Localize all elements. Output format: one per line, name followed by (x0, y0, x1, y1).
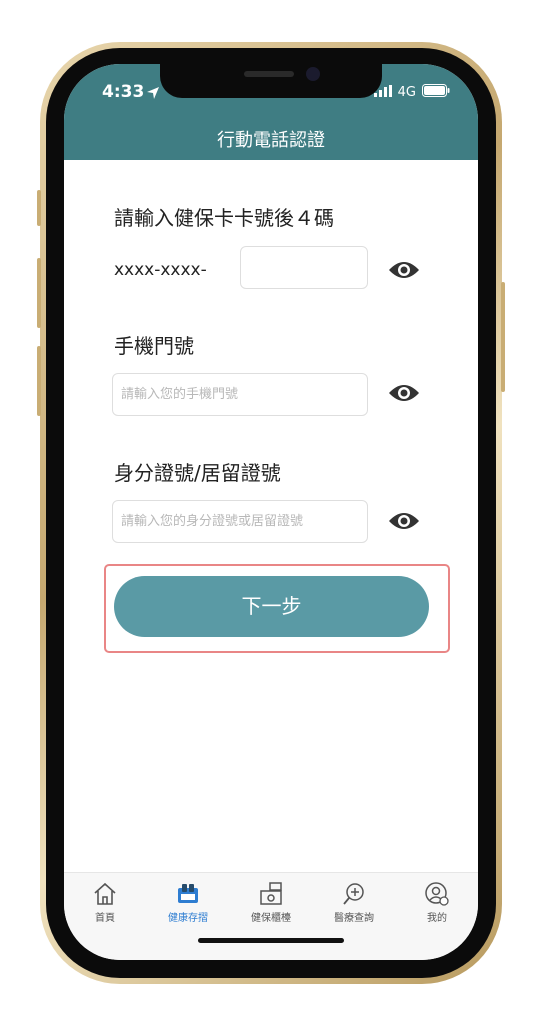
eye-icon[interactable] (387, 259, 421, 281)
status-right: 4G (373, 84, 450, 101)
phone-input[interactable]: 請輸入您的手機門號 (112, 373, 368, 416)
status-time: 4:33 (102, 82, 145, 102)
volume-up-button (37, 258, 41, 328)
tab-bar: 首頁 健康存摺 健保櫃檯 醫療查詢 我的 (64, 872, 478, 960)
counter-icon (258, 881, 284, 907)
id-input[interactable]: 請輸入您的身分證號或居留證號 (112, 500, 368, 543)
tab-label: 首頁 (95, 913, 115, 924)
network-type: 4G (397, 85, 416, 100)
tab-label: 醫療查詢 (334, 913, 374, 924)
card-last4-input[interactable] (240, 246, 368, 289)
tab-label: 健康存摺 (168, 913, 208, 924)
eye-icon[interactable] (387, 382, 421, 404)
card-number-prefix: xxxx-xxxx- (114, 260, 207, 280)
app-header: 4:33 4G 行動電話認證 (64, 64, 478, 160)
volume-down-button (37, 346, 41, 416)
eye-icon[interactable] (387, 510, 421, 532)
battery-icon (422, 84, 450, 101)
location-arrow-icon (146, 85, 160, 104)
speaker-grille (244, 71, 294, 77)
tab-label: 我的 (427, 913, 447, 924)
tab-counter[interactable]: 健保櫃檯 (230, 881, 312, 924)
id-label: 身分證號/居留證號 (114, 461, 281, 485)
home-indicator[interactable] (198, 938, 344, 943)
card-number-label: 請輸入健保卡卡號後４碼 (114, 206, 334, 230)
tab-medical-search[interactable]: 醫療查詢 (313, 881, 395, 924)
tab-health-passbook[interactable]: 健康存摺 (147, 881, 229, 924)
phone-notch (160, 64, 382, 98)
mute-switch (37, 190, 41, 226)
page-title: 行動電話認證 (217, 130, 325, 151)
tab-profile[interactable]: 我的 (396, 881, 478, 924)
app-screen: 4:33 4G 行動電話認證 請輸入健保卡卡號後４碼 xxxx-xxxx- 手機… (64, 64, 478, 960)
medical-search-icon (341, 881, 367, 907)
home-icon (92, 881, 118, 907)
next-button[interactable]: 下一步 (114, 576, 429, 637)
tab-home[interactable]: 首頁 (64, 881, 146, 924)
tab-label: 健保櫃檯 (251, 913, 291, 924)
health-passbook-icon (175, 881, 201, 907)
profile-icon (424, 881, 450, 907)
front-camera (306, 67, 320, 81)
phone-label: 手機門號 (114, 334, 194, 358)
power-button (501, 282, 505, 392)
